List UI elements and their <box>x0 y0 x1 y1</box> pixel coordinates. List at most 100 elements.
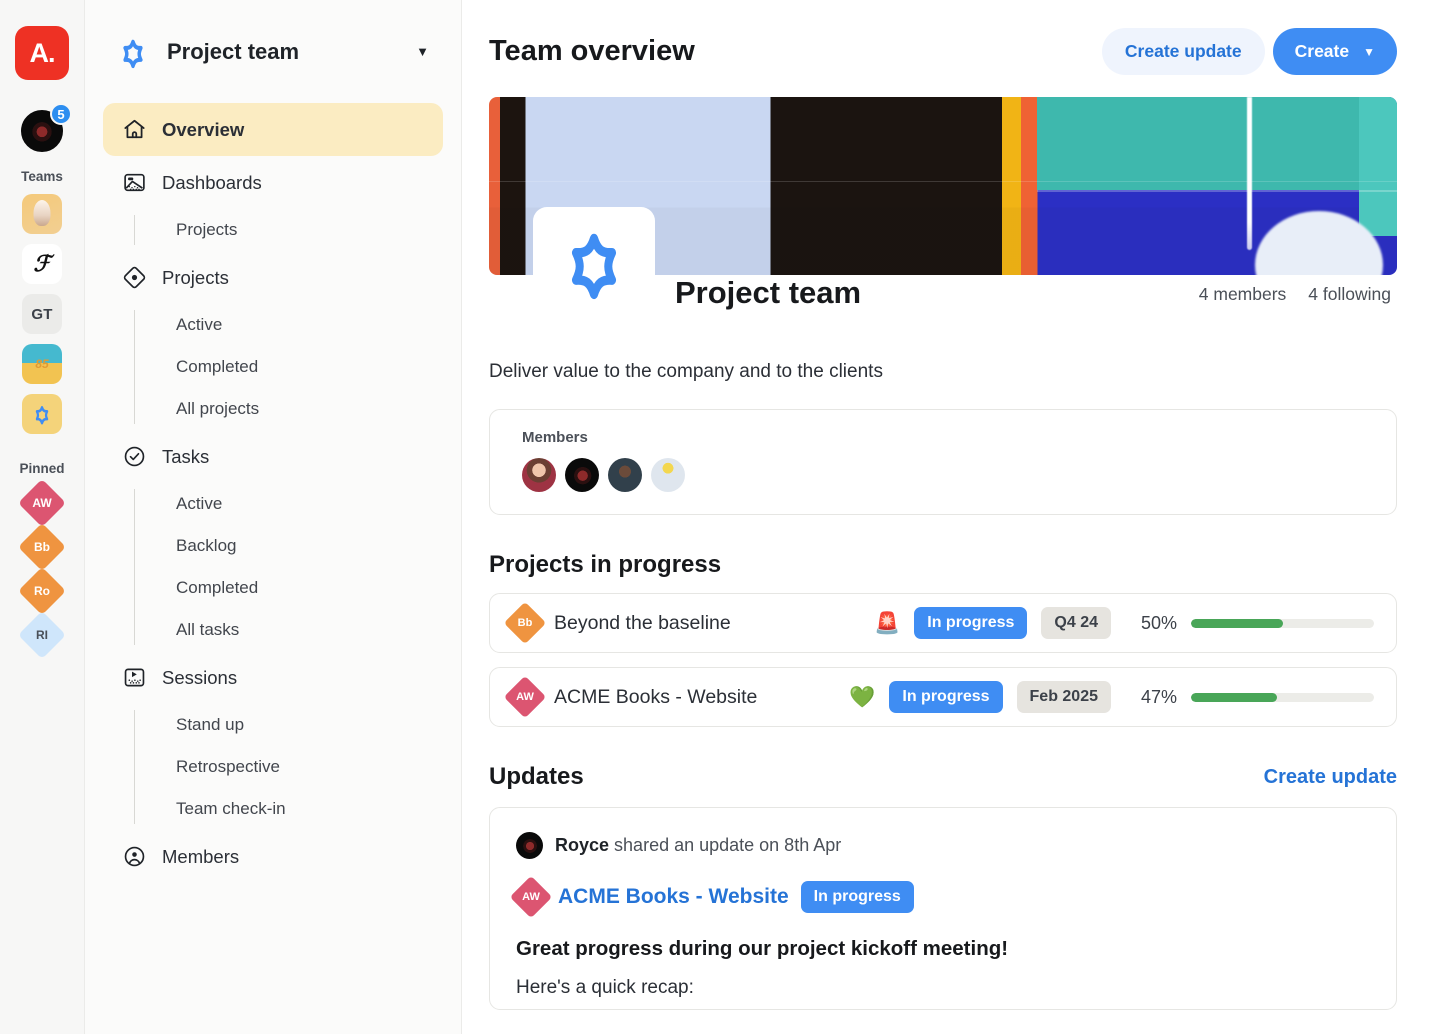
update-meta-text: shared an update on 8th Apr <box>614 835 842 855</box>
pinned-item-ro-label: Ro <box>34 584 50 598</box>
sidebar-item-dashboards[interactable]: Dashboards <box>103 156 443 209</box>
sidebar-subitem-projects-completed-label: Completed <box>176 357 259 376</box>
pinned-item-aw-label: AW <box>32 496 52 510</box>
update-author-name: Royce <box>555 835 610 855</box>
sidebar-subitem-projects-all[interactable]: All projects <box>142 388 443 430</box>
project-avatar-bb: Bb <box>510 608 540 638</box>
sidebar-subitem-tasks-completed[interactable]: Completed <box>142 567 443 609</box>
update-author-avatar[interactable] <box>516 832 543 859</box>
project-row[interactable]: Bb Beyond the baseline 🚨 In progress Q4 … <box>489 593 1397 653</box>
main-header: Team overview Create update Create ▼ <box>462 0 1431 75</box>
pinned-item-aw[interactable]: AW <box>25 486 59 520</box>
sidebar-subitem-tasks-completed-label: Completed <box>176 578 259 597</box>
pinned-item-bb-label: Bb <box>34 540 50 554</box>
update-project-link[interactable]: ACME Books - Website <box>558 885 789 909</box>
sidebar-subitem-tasks-active[interactable]: Active <box>142 483 443 525</box>
sidebar-item-overview[interactable]: Overview <box>103 103 443 156</box>
sidebar-subitem-sessions-team-checkin[interactable]: Team check-in <box>142 788 443 830</box>
team-tagline: Deliver value to the company and to the … <box>489 361 883 382</box>
create-update-button[interactable]: Create update <box>1101 28 1265 75</box>
user-avatar-container[interactable]: 5 <box>21 103 72 152</box>
sidebar-item-members-label: Members <box>162 845 240 867</box>
project-avatar-aw: AW <box>516 882 546 912</box>
update-body-text: Here's a quick recap: <box>516 977 694 998</box>
pinned-item-ro[interactable]: Ro <box>25 574 59 608</box>
updates-section-header: Updates Create update <box>489 763 1397 791</box>
rail-team-f-script-icon[interactable]: ℱ <box>22 244 62 284</box>
sidebar-subitem-sessions-retrospective[interactable]: Retrospective <box>142 746 443 788</box>
sidebar-subitem-sessions-team-checkin-label: Team check-in <box>176 799 286 818</box>
notification-badge[interactable]: 5 <box>50 103 72 125</box>
rail-team-ice-cream-icon[interactable] <box>22 194 62 234</box>
sidebar-subgroup-dashboards: Projects <box>103 209 443 251</box>
sidebar-item-dashboards-label: Dashboards <box>162 171 262 193</box>
sidebar-subitem-dashboards-projects[interactable]: Projects <box>142 209 443 251</box>
create-button-label: Create <box>1294 41 1350 61</box>
sidebar-subitem-tasks-backlog-label: Backlog <box>176 536 237 555</box>
update-project-row: AW ACME Books - Website In progress <box>516 881 1370 913</box>
member-avatar[interactable] <box>651 458 685 492</box>
project-row[interactable]: AW ACME Books - Website 💚 In progress Fe… <box>489 667 1397 727</box>
project-due-badge: Q4 24 <box>1041 607 1111 639</box>
project-avatar-initials: AW <box>516 691 534 703</box>
sidebar-nav: Project team ▼ Overview Dashboards Proje… <box>85 0 462 1034</box>
update-author-row: Royce shared an update on 8th Apr <box>516 832 1370 859</box>
banner-teal-block <box>1037 97 1397 190</box>
projects-section-header: Projects in progress <box>489 551 1397 579</box>
check-circle-icon <box>121 444 147 470</box>
chevron-down-icon[interactable]: ▼ <box>416 44 443 59</box>
pinned-section-label: Pinned <box>19 461 65 476</box>
rail-team-gt-label: GT <box>31 305 53 323</box>
create-button[interactable]: Create ▼ <box>1272 28 1397 75</box>
sidebar-item-tasks[interactable]: Tasks <box>103 430 443 483</box>
members-card-label: Members <box>522 429 588 446</box>
update-headline: Great progress during our project kickof… <box>516 937 1009 960</box>
updates-create-update-link[interactable]: Create update <box>1264 766 1397 789</box>
sidebar-subitem-projects-active[interactable]: Active <box>142 304 443 346</box>
sidebar-subitem-sessions-standup[interactable]: Stand up <box>142 704 443 746</box>
project-progress-label: 47% <box>1140 686 1177 707</box>
project-name: Beyond the baseline <box>554 611 731 634</box>
project-avatar-initials: AW <box>522 891 540 903</box>
rail-team-gt-icon[interactable]: GT <box>22 294 62 334</box>
member-avatar[interactable] <box>565 458 599 492</box>
team-following-count[interactable]: 4 following <box>1308 284 1391 305</box>
rail-team-beach-icon[interactable]: 85 <box>22 344 62 384</box>
sidebar-subitem-tasks-backlog[interactable]: Backlog <box>142 525 443 567</box>
main-content: Team overview Create update Create ▼ Pro… <box>462 0 1431 1034</box>
brand-logo[interactable]: A. <box>15 26 69 80</box>
teams-section-label: Teams <box>21 169 63 184</box>
sidebar-item-sessions[interactable]: Sessions <box>103 651 443 704</box>
rail-team-project-team-icon[interactable] <box>22 394 62 434</box>
project-status-badge: In progress <box>889 681 1003 713</box>
sidebar-item-sessions-label: Sessions <box>162 666 238 688</box>
team-switcher[interactable]: Project team ▼ <box>103 0 443 103</box>
project-avatar-initials: Bb <box>517 617 533 629</box>
sidebar-subitem-tasks-active-label: Active <box>176 494 223 513</box>
team-members-count[interactable]: 4 members <box>1199 284 1287 305</box>
target-icon <box>121 265 147 291</box>
siren-emoji-icon: 🚨 <box>874 611 901 635</box>
member-avatar[interactable] <box>608 458 642 492</box>
member-avatar[interactable] <box>522 458 556 492</box>
rail-team-f-label: ℱ <box>33 251 51 276</box>
sidebar-subgroup-projects: Active Completed All projects <box>103 304 443 430</box>
sidebar-item-projects-label: Projects <box>162 266 229 288</box>
project-due-badge: Feb 2025 <box>1016 681 1111 713</box>
banner-seam-line <box>489 180 1397 182</box>
sessions-icon <box>121 665 147 691</box>
dashboard-icon <box>121 170 147 196</box>
sidebar-item-tasks-label: Tasks <box>162 445 210 467</box>
sidebar-subitem-tasks-all[interactable]: All tasks <box>142 609 443 651</box>
chevron-down-icon: ▼ <box>1363 44 1375 59</box>
pinned-item-bb[interactable]: Bb <box>25 530 59 564</box>
members-avatar-row <box>522 458 1396 492</box>
sidebar-subitem-projects-completed[interactable]: Completed <box>142 346 443 388</box>
brand-logo-label: A. <box>29 37 56 68</box>
updates-section-title: Updates <box>489 763 584 790</box>
sidebar-item-members[interactable]: Members <box>103 830 443 883</box>
six-point-star-icon <box>571 233 617 300</box>
pinned-item-ri[interactable]: RI <box>25 618 59 652</box>
sidebar-item-projects[interactable]: Projects <box>103 251 443 304</box>
pinned-item-ri-label: RI <box>36 628 48 642</box>
